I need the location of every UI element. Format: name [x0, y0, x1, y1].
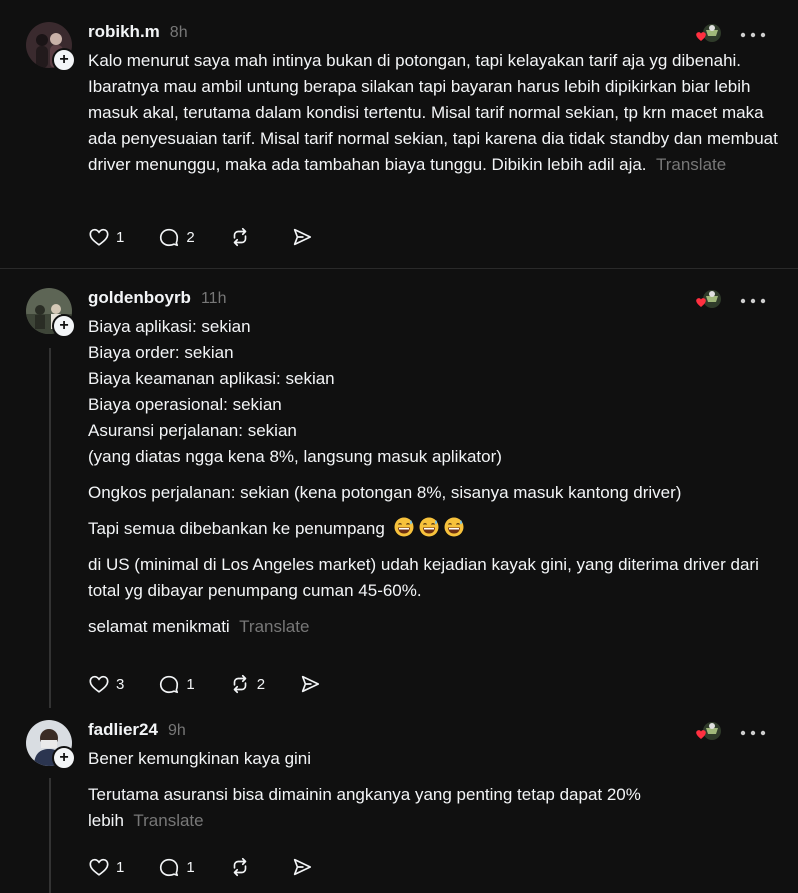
repost-button[interactable]: [229, 856, 257, 878]
reply-button[interactable]: 1: [158, 673, 195, 695]
share-button[interactable]: [299, 673, 327, 695]
reply-count: 1: [186, 675, 195, 693]
grinning-sweat-emoji: [444, 517, 464, 537]
like-count: 3: [116, 675, 125, 693]
send-icon: [293, 858, 311, 876]
repost-icon: [233, 857, 247, 877]
repost-count: 2: [256, 675, 266, 693]
thread-line: [49, 348, 51, 708]
avatar[interactable]: +: [26, 22, 76, 72]
divider: [0, 268, 798, 269]
like-button[interactable]: 1: [88, 226, 124, 248]
like-button[interactable]: 1: [88, 856, 124, 878]
username[interactable]: goldenboyrb: [88, 288, 191, 308]
post-body: Kalo menurut saya mah intinya bukan di p…: [88, 48, 778, 178]
comment-icon: [160, 858, 179, 877]
action-bar: 1 2: [88, 224, 353, 250]
reactor-avatars-icon[interactable]: [694, 22, 724, 44]
like-count: 1: [116, 858, 125, 876]
timestamp: 8h: [169, 24, 188, 41]
reply-count: 2: [186, 228, 195, 246]
username[interactable]: fadlier24: [88, 720, 158, 740]
like-count: 1: [116, 228, 125, 246]
heart-icon: [89, 228, 109, 246]
more-icon[interactable]: [740, 292, 768, 312]
translate-link[interactable]: Translate: [133, 811, 203, 830]
comment-icon: [160, 675, 179, 694]
post-text: di US (minimal di Los Angeles market) ud…: [88, 555, 759, 600]
post-text: Biaya aplikasi: sekian Biaya order: seki…: [88, 317, 502, 466]
action-bar: 1 1: [88, 854, 353, 880]
reply-count: 1: [186, 858, 195, 876]
repost-button[interactable]: [229, 226, 257, 248]
post-body: Bener kemungkinan kaya gini Terutama asu…: [88, 746, 708, 834]
plus-icon[interactable]: +: [52, 746, 76, 770]
more-icon[interactable]: [740, 724, 768, 744]
translate-link[interactable]: Translate: [656, 155, 726, 174]
comment-icon: [160, 228, 179, 247]
like-button[interactable]: 3: [88, 673, 124, 695]
heart-icon: [89, 675, 109, 693]
avatar[interactable]: +: [26, 288, 76, 338]
heart-icon: [89, 858, 109, 876]
avatar[interactable]: +: [26, 720, 76, 770]
post-text: Tapi semua dibebankan ke penumpang: [88, 519, 385, 538]
reply-button[interactable]: 2: [158, 226, 195, 248]
action-bar: 3 1 2: [88, 671, 361, 697]
repost-button[interactable]: 2: [229, 673, 265, 695]
reactor-avatars-icon[interactable]: [694, 720, 724, 742]
timestamp: 9h: [167, 722, 186, 739]
post-text: selamat menikmati: [88, 617, 230, 636]
plus-icon[interactable]: +: [52, 314, 76, 338]
repost-icon: [233, 674, 247, 694]
plus-icon[interactable]: +: [52, 48, 76, 72]
grinning-sweat-emoji: [394, 517, 414, 537]
post-text: Ongkos perjalanan: sekian (kena potongan…: [88, 483, 682, 502]
post-text: Bener kemungkinan kaya gini: [88, 749, 312, 768]
send-icon: [293, 228, 311, 246]
reply-button[interactable]: 1: [158, 856, 195, 878]
share-button[interactable]: [291, 226, 319, 248]
translate-link[interactable]: Translate: [239, 617, 309, 636]
grinning-sweat-emoji: [419, 517, 439, 537]
reactor-avatars-icon[interactable]: [694, 288, 724, 310]
send-icon: [301, 675, 320, 693]
post-body: Biaya aplikasi: sekian Biaya order: seki…: [88, 314, 778, 640]
more-icon[interactable]: [740, 26, 768, 46]
timestamp: 11h: [200, 290, 227, 307]
username[interactable]: robikh.m: [88, 22, 160, 42]
repost-icon: [233, 227, 247, 247]
share-button[interactable]: [291, 856, 319, 878]
thread-line: [49, 778, 51, 893]
